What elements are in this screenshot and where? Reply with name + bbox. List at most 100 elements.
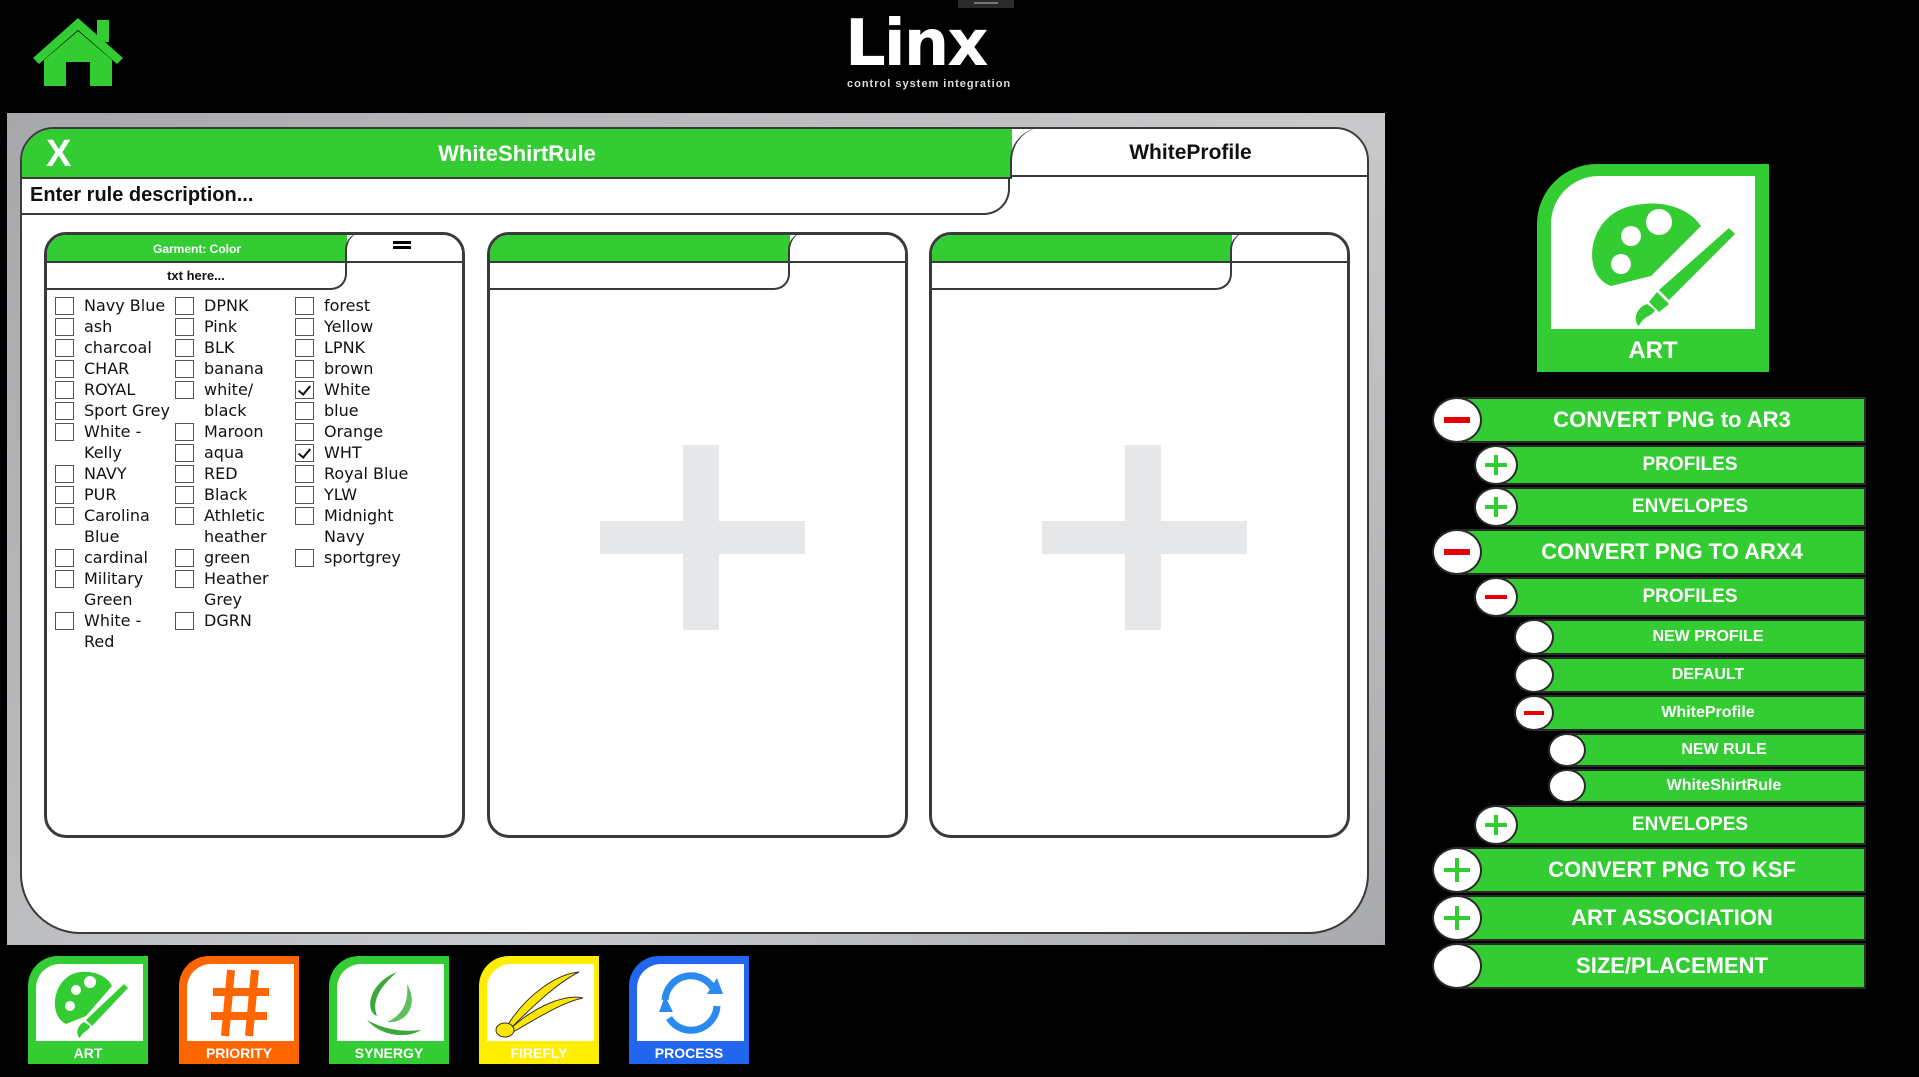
leaf-circle-icon[interactable]	[1548, 733, 1586, 767]
color-checkbox-item[interactable]: blue	[295, 400, 415, 421]
expand-plus-icon[interactable]	[1474, 805, 1518, 845]
checkbox[interactable]	[55, 402, 74, 420]
tree-node-profiles[interactable]: PROFILES	[1474, 577, 1866, 617]
leaf-circle-icon[interactable]	[1514, 619, 1554, 655]
tree-node-whiteshirtrule[interactable]: WhiteShirtRule	[1548, 769, 1866, 803]
color-checkbox-item[interactable]: Yellow	[295, 316, 415, 337]
checkbox[interactable]	[295, 360, 314, 378]
add-condition-plus-icon[interactable]	[1042, 445, 1247, 630]
tree-node-profiles[interactable]: PROFILES	[1474, 445, 1866, 485]
checkbox[interactable]	[295, 339, 314, 357]
color-checkbox-item[interactable]: aqua	[175, 442, 295, 463]
checkbox[interactable]	[55, 507, 74, 525]
tree-node-default[interactable]: DEFAULT	[1514, 657, 1866, 693]
checkbox[interactable]	[55, 423, 74, 441]
tree-node-bar[interactable]: NEW RULE	[1565, 733, 1866, 767]
expand-plus-icon[interactable]	[1432, 895, 1482, 941]
checkbox[interactable]	[295, 549, 314, 567]
tree-node-envelopes[interactable]: ENVELOPES	[1474, 487, 1866, 527]
art-module-tile[interactable]: ART	[1537, 164, 1769, 372]
checkbox[interactable]	[175, 423, 194, 441]
color-checkbox-item[interactable]: BLK	[175, 337, 295, 358]
checkbox[interactable]	[295, 402, 314, 420]
checkbox[interactable]	[55, 381, 74, 399]
hamburger-icon[interactable]	[393, 241, 411, 249]
leaf-circle-icon[interactable]	[1548, 769, 1586, 803]
collapse-minus-icon[interactable]	[1514, 695, 1554, 731]
tree-node-envelopes[interactable]: ENVELOPES	[1474, 805, 1866, 845]
panel-menu-tab[interactable]	[788, 235, 905, 263]
color-checkbox-item[interactable]: white/ black	[175, 379, 295, 421]
tree-node-bar[interactable]: SIZE/PLACEMENT	[1455, 943, 1866, 989]
checkbox[interactable]	[175, 549, 194, 567]
tree-node-bar[interactable]: PROFILES	[1494, 445, 1866, 485]
tree-node-bar[interactable]: PROFILES	[1494, 577, 1866, 617]
checkbox[interactable]	[175, 339, 194, 357]
tree-node-convert-png-to-ksf[interactable]: CONVERT PNG TO KSF	[1432, 847, 1866, 893]
color-checkbox-item[interactable]: DGRN	[175, 610, 295, 631]
tree-node-bar[interactable]: ENVELOPES	[1494, 805, 1866, 845]
tree-node-convert-png-to-ar3[interactable]: CONVERT PNG to AR3	[1432, 397, 1866, 443]
color-checkbox-item[interactable]: CHAR	[55, 358, 175, 379]
color-checkbox-item[interactable]: PUR	[55, 484, 175, 505]
checkbox[interactable]	[295, 507, 314, 525]
tree-node-bar[interactable]: WhiteProfile	[1532, 695, 1866, 731]
color-checkbox-item[interactable]: Sport Grey	[55, 400, 175, 421]
checkbox[interactable]	[175, 297, 194, 315]
color-checkbox-item[interactable]: sportgrey	[295, 547, 415, 568]
color-checkbox-item[interactable]: RED	[175, 463, 295, 484]
color-checkbox-item[interactable]: Athletic heather	[175, 505, 295, 547]
checkbox[interactable]	[55, 297, 74, 315]
panel-menu-tab[interactable]	[345, 235, 462, 263]
checkbox[interactable]	[175, 507, 194, 525]
checkbox-checked[interactable]	[295, 444, 314, 462]
close-button[interactable]: X	[46, 133, 71, 176]
tree-node-size-placement[interactable]: SIZE/PLACEMENT	[1432, 943, 1866, 989]
color-checkbox-item[interactable]: forest	[295, 295, 415, 316]
expand-plus-icon[interactable]	[1474, 487, 1518, 527]
panel-menu-tab[interactable]	[1230, 235, 1347, 263]
collapse-minus-icon[interactable]	[1474, 577, 1518, 617]
leaf-circle-icon[interactable]	[1514, 657, 1554, 693]
collapse-minus-icon[interactable]	[1432, 529, 1482, 575]
tree-node-bar[interactable]: ART ASSOCIATION	[1455, 895, 1866, 941]
color-checkbox-item[interactable]: DPNK	[175, 295, 295, 316]
leaf-circle-icon[interactable]	[1432, 943, 1482, 989]
color-checkbox-item[interactable]: green	[175, 547, 295, 568]
color-checkbox-item[interactable]: LPNK	[295, 337, 415, 358]
checkbox[interactable]	[55, 612, 74, 630]
tree-node-whiteprofile[interactable]: WhiteProfile	[1514, 695, 1866, 731]
dock-priority-button[interactable]: PRIORITY	[179, 956, 299, 1064]
checkbox[interactable]	[295, 423, 314, 441]
color-checkbox-item[interactable]: banana	[175, 358, 295, 379]
tree-node-bar[interactable]: WhiteShirtRule	[1565, 769, 1866, 803]
tree-node-bar[interactable]: CONVERT PNG TO KSF	[1455, 847, 1866, 893]
color-checkbox-item[interactable]: ash	[55, 316, 175, 337]
checkbox[interactable]	[55, 318, 74, 336]
expand-plus-icon[interactable]	[1432, 847, 1482, 893]
tree-node-convert-png-to-arx4[interactable]: CONVERT PNG TO ARX4	[1432, 529, 1866, 575]
checkbox[interactable]	[295, 465, 314, 483]
checkbox[interactable]	[295, 318, 314, 336]
color-checkbox-item[interactable]: Black	[175, 484, 295, 505]
tree-node-new-rule[interactable]: NEW RULE	[1548, 733, 1866, 767]
dock-art-button[interactable]: ART	[28, 956, 148, 1064]
tree-node-bar[interactable]: NEW PROFILE	[1532, 619, 1866, 655]
checkbox[interactable]	[175, 465, 194, 483]
panel-filter-input[interactable]	[490, 263, 790, 290]
dock-process-button[interactable]: PROCESS	[629, 956, 749, 1064]
color-checkbox-item[interactable]: Royal Blue	[295, 463, 415, 484]
tree-node-bar[interactable]: CONVERT PNG to AR3	[1455, 397, 1866, 443]
checkbox[interactable]	[55, 549, 74, 567]
collapse-minus-icon[interactable]	[1432, 397, 1482, 443]
checkbox[interactable]	[295, 486, 314, 504]
dock-synergy-button[interactable]: SYNERGY	[329, 956, 449, 1064]
checkbox[interactable]	[55, 339, 74, 357]
color-checkbox-item[interactable]: Carolina Blue	[55, 505, 175, 547]
dock-firefly-button[interactable]: FIREFLY	[479, 956, 599, 1064]
color-checkbox-item[interactable]: brown	[295, 358, 415, 379]
rule-description-input[interactable]: Enter rule description...	[22, 179, 1010, 215]
color-checkbox-item[interactable]: White - Red	[55, 610, 175, 652]
panel-filter-input[interactable]: txt here...	[47, 263, 347, 290]
checkbox[interactable]	[175, 381, 194, 399]
